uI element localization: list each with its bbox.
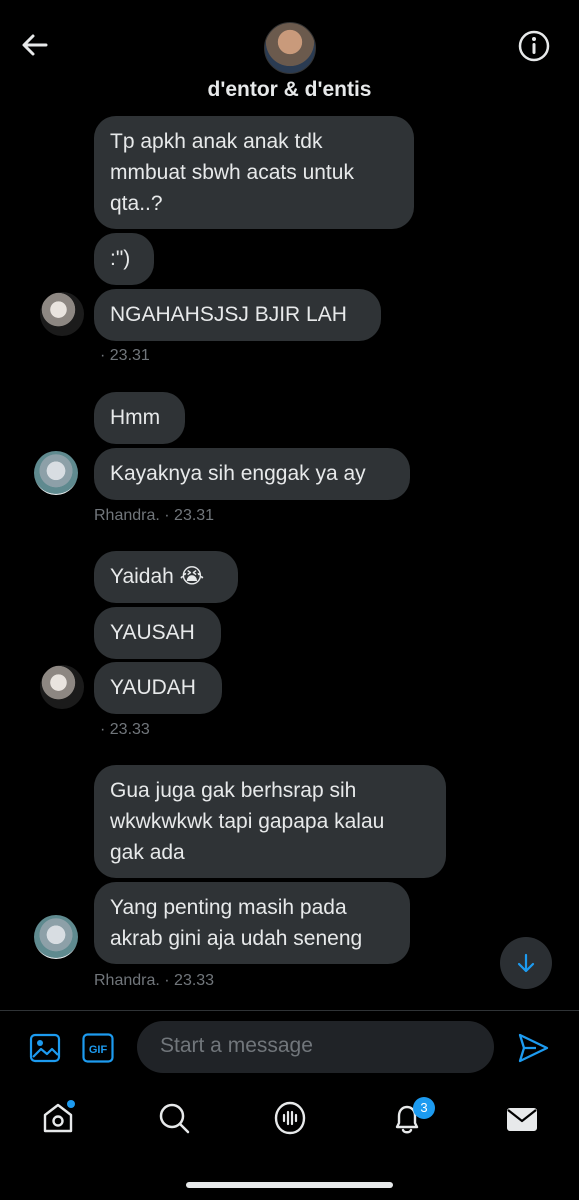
avatar[interactable] (34, 915, 78, 959)
send-icon[interactable] (516, 1031, 550, 1070)
message-bubble[interactable]: Yang penting masih pada akrab gini aja u… (94, 882, 410, 964)
message-bubble[interactable]: YAUDAH (94, 662, 222, 714)
mail-icon[interactable] (504, 1101, 540, 1142)
message-bubble[interactable]: Kayaknya sih enggak ya ay (94, 448, 410, 500)
notifications-badge: 3 (413, 1097, 435, 1119)
info-icon[interactable] (516, 28, 552, 64)
home-icon[interactable] (40, 1100, 76, 1141)
svg-text:GIF: GIF (89, 1044, 108, 1056)
message-timestamp: · 23.33 (100, 721, 150, 738)
message-bubble[interactable]: Hmm (94, 392, 185, 444)
conversation-title[interactable]: d'entor & d'entis (0, 78, 579, 102)
home-indicator (186, 1182, 393, 1188)
scroll-to-bottom-button[interactable] (500, 937, 552, 989)
message-timestamp: · 23.31 (100, 347, 150, 364)
arrow-down-icon (517, 953, 535, 973)
gif-icon[interactable]: GIF (82, 1033, 114, 1068)
message-input-placeholder: Start a message (160, 1034, 313, 1057)
conversation-avatar[interactable] (264, 22, 316, 74)
message-sender-timestamp: Rhandra. · 23.31 (94, 507, 215, 524)
message-bubble[interactable]: Gua juga gak berhsrap sih wkwkwkwk tapi … (94, 765, 446, 878)
message-sender-timestamp: Rhandra. · 23.33 (94, 972, 215, 989)
avatar[interactable] (40, 292, 84, 336)
message-bubble[interactable]: NGAHAHSJSJ BJIR LAH (94, 289, 381, 341)
message-bubble[interactable]: :") (94, 233, 154, 285)
search-icon[interactable] (156, 1100, 192, 1141)
message-bubble[interactable]: Yaidah 😭 (94, 551, 238, 603)
divider (0, 1010, 579, 1011)
message-bubble[interactable]: Tp apkh anak anak tdk mmbuat sbwh acats … (94, 116, 414, 229)
image-icon[interactable] (29, 1032, 61, 1069)
avatar[interactable] (34, 451, 78, 495)
back-arrow-icon[interactable] (18, 28, 52, 62)
avatar[interactable] (40, 665, 84, 709)
spaces-icon[interactable] (272, 1100, 308, 1141)
message-bubble[interactable]: YAUSAH (94, 607, 221, 659)
